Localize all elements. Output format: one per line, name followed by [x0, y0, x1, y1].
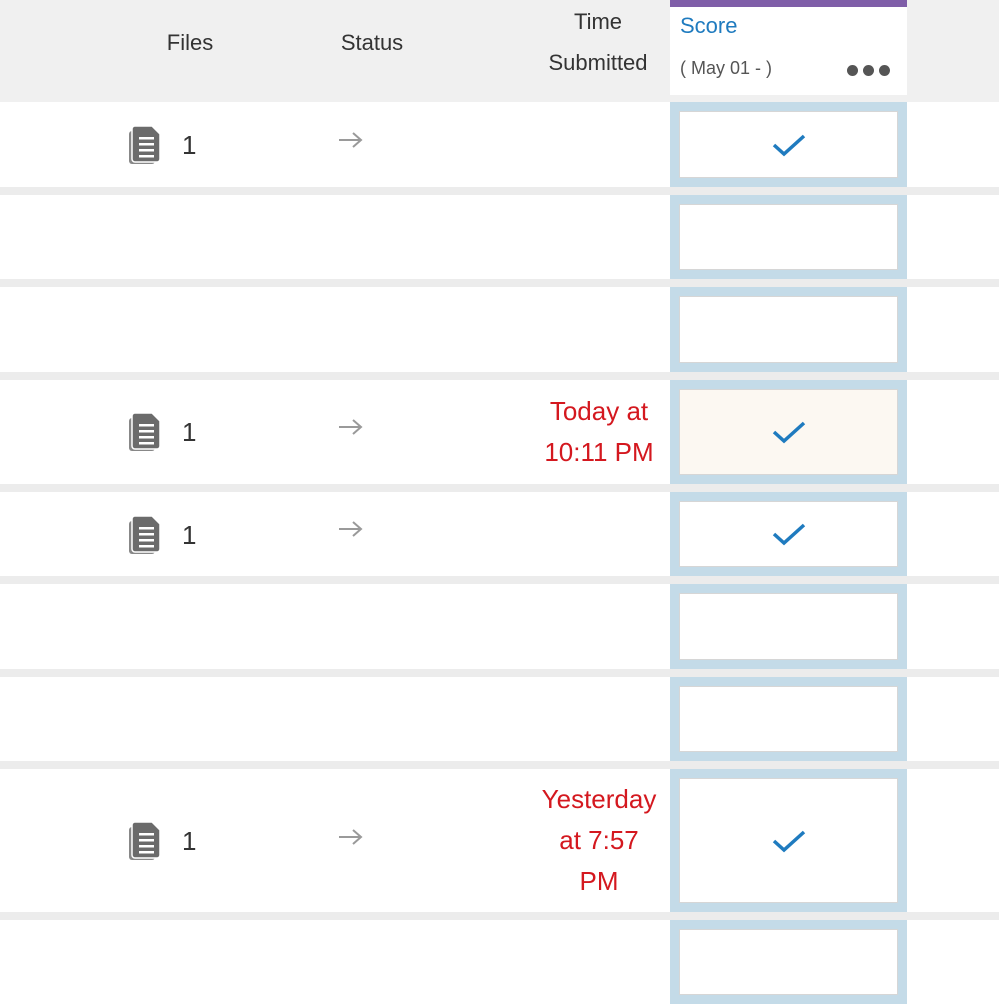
- score-input[interactable]: [679, 501, 898, 567]
- score-date-range: ( May 01 - ): [680, 58, 773, 78]
- file-count: 1: [182, 825, 197, 856]
- table-row: 1 Today at 10:11 PM: [0, 380, 999, 484]
- score-cell: [670, 492, 907, 576]
- time-submitted-line: Yesterday: [541, 784, 657, 814]
- time-submitted: Today at 10:11 PM: [526, 391, 672, 473]
- time-submitted-line: 10:11 PM: [544, 437, 654, 467]
- score-input[interactable]: [679, 593, 898, 660]
- document-stack-icon: [129, 125, 161, 164]
- score-cell: [670, 769, 907, 912]
- table-row: [0, 195, 999, 279]
- column-header-status[interactable]: Status: [322, 22, 422, 63]
- document-stack-icon: [129, 515, 161, 554]
- column-header-time-submitted[interactable]: Time Submitted: [536, 1, 660, 83]
- table-header: Files Status Time Submitted Score ( May …: [0, 0, 999, 102]
- files-cell[interactable]: 1: [128, 821, 196, 861]
- checkmark-icon: [772, 830, 805, 852]
- table-row: [0, 287, 999, 372]
- column-header-time-line2: Submitted: [548, 50, 648, 75]
- column-header-score: Score ( May 01 - ): [670, 0, 907, 95]
- score-cell: [670, 287, 907, 372]
- score-title-link[interactable]: Score: [680, 13, 737, 39]
- time-submitted-line: at 7:57: [559, 825, 639, 855]
- files-cell[interactable]: 1: [128, 125, 196, 165]
- column-header-time-line1: Time: [573, 9, 623, 34]
- arrow-right-icon[interactable]: [338, 131, 364, 149]
- more-horizontal-icon[interactable]: [847, 60, 895, 80]
- document-stack-icon: [129, 821, 161, 860]
- score-input[interactable]: [679, 296, 898, 363]
- table-row: 1 Yesterday at 7:57 PM: [0, 769, 999, 912]
- arrow-right-icon[interactable]: [338, 418, 364, 436]
- score-cell: [670, 380, 907, 484]
- document-stack-icon: [129, 412, 161, 451]
- file-count: 1: [182, 519, 197, 550]
- file-count: 1: [182, 416, 197, 447]
- score-cell: [670, 920, 907, 1004]
- files-cell[interactable]: 1: [128, 412, 196, 452]
- score-input[interactable]: [679, 929, 898, 995]
- table-row: 1: [0, 492, 999, 576]
- table-row: [0, 920, 999, 1004]
- score-input[interactable]: [679, 389, 898, 475]
- column-header-files[interactable]: Files: [140, 22, 240, 63]
- checkmark-icon: [772, 523, 805, 546]
- arrow-right-icon[interactable]: [338, 828, 364, 846]
- checkmark-icon: [772, 421, 805, 444]
- score-cell: [670, 677, 907, 761]
- arrow-right-icon[interactable]: [338, 520, 364, 538]
- time-submitted: Yesterday at 7:57 PM: [526, 779, 672, 902]
- score-input[interactable]: [679, 778, 898, 903]
- table-row: 1: [0, 102, 999, 187]
- score-input[interactable]: [679, 204, 898, 270]
- time-submitted-line: Today at: [549, 396, 649, 426]
- checkmark-icon: [772, 134, 805, 156]
- score-input[interactable]: [679, 686, 898, 752]
- file-count: 1: [182, 129, 197, 160]
- score-cell: [670, 584, 907, 669]
- score-input[interactable]: [679, 111, 898, 178]
- files-cell[interactable]: 1: [128, 515, 196, 555]
- table-row: [0, 584, 999, 669]
- time-submitted-line: PM: [579, 866, 619, 896]
- score-cell: [670, 102, 907, 187]
- table-row: [0, 677, 999, 761]
- score-cell: [670, 195, 907, 279]
